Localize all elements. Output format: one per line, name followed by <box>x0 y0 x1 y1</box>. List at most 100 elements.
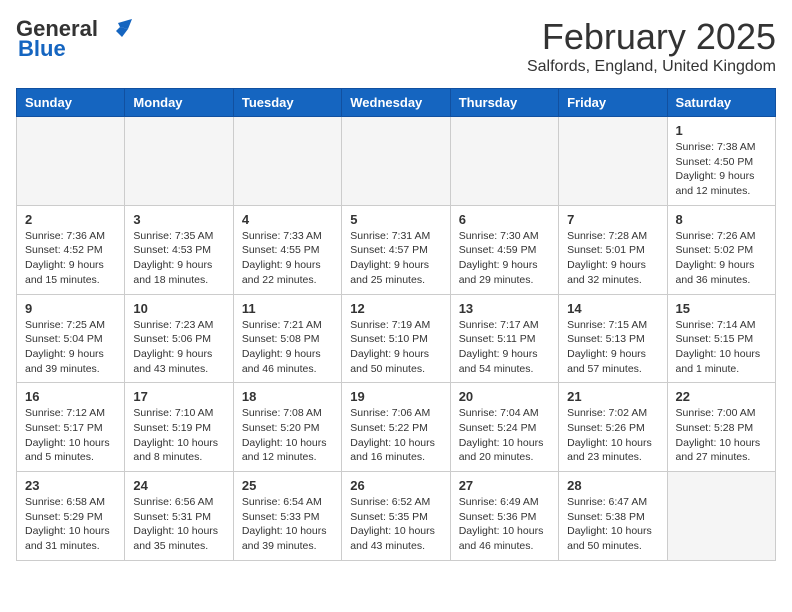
calendar-table: SundayMondayTuesdayWednesdayThursdayFrid… <box>16 88 776 561</box>
logo-blue: Blue <box>18 36 66 62</box>
calendar-day-cell <box>125 117 233 206</box>
day-number: 9 <box>25 301 116 316</box>
calendar-day-cell: 7 Sunrise: 7:28 AM Sunset: 5:01 PM Daylig… <box>559 205 667 294</box>
day-info: Sunrise: 6:56 AM Sunset: 5:31 PM Dayligh… <box>133 495 224 554</box>
day-info: Sunrise: 7:36 AM Sunset: 4:52 PM Dayligh… <box>25 229 116 288</box>
day-info: Sunrise: 7:19 AM Sunset: 5:10 PM Dayligh… <box>350 318 441 377</box>
day-number: 15 <box>676 301 767 316</box>
day-number: 11 <box>242 301 333 316</box>
day-number: 13 <box>459 301 550 316</box>
calendar-week-row: 1 Sunrise: 7:38 AM Sunset: 4:50 PM Daylig… <box>17 117 776 206</box>
calendar-day-cell: 4 Sunrise: 7:33 AM Sunset: 4:55 PM Daylig… <box>233 205 341 294</box>
day-of-week-header: Saturday <box>667 89 775 117</box>
day-number: 19 <box>350 389 441 404</box>
day-number: 14 <box>567 301 658 316</box>
day-info: Sunrise: 7:31 AM Sunset: 4:57 PM Dayligh… <box>350 229 441 288</box>
day-info: Sunrise: 7:06 AM Sunset: 5:22 PM Dayligh… <box>350 406 441 465</box>
day-number: 2 <box>25 212 116 227</box>
day-info: Sunrise: 7:21 AM Sunset: 5:08 PM Dayligh… <box>242 318 333 377</box>
calendar-day-cell: 10 Sunrise: 7:23 AM Sunset: 5:06 PM Dayli… <box>125 294 233 383</box>
day-number: 21 <box>567 389 658 404</box>
calendar-day-cell: 18 Sunrise: 7:08 AM Sunset: 5:20 PM Dayli… <box>233 383 341 472</box>
calendar-day-cell: 28Sunrise: 6:47 AM Sunset: 5:38 PM Dayli… <box>559 472 667 561</box>
day-info: Sunrise: 7:17 AM Sunset: 5:11 PM Dayligh… <box>459 318 550 377</box>
day-number: 16 <box>25 389 116 404</box>
day-of-week-header: Wednesday <box>342 89 450 117</box>
day-of-week-header: Thursday <box>450 89 558 117</box>
calendar-day-cell: 11 Sunrise: 7:21 AM Sunset: 5:08 PM Dayli… <box>233 294 341 383</box>
day-info: Sunrise: 7:04 AM Sunset: 5:24 PM Dayligh… <box>459 406 550 465</box>
calendar-header-row: SundayMondayTuesdayWednesdayThursdayFrid… <box>17 89 776 117</box>
calendar-day-cell: 13 Sunrise: 7:17 AM Sunset: 5:11 PM Dayli… <box>450 294 558 383</box>
calendar-day-cell: 23 Sunrise: 6:58 AM Sunset: 5:29 PM Dayli… <box>17 472 125 561</box>
day-of-week-header: Tuesday <box>233 89 341 117</box>
day-number: 24 <box>133 478 224 493</box>
calendar-day-cell: 25Sunrise: 6:54 AM Sunset: 5:33 PM Dayli… <box>233 472 341 561</box>
day-info: Sunrise: 7:15 AM Sunset: 5:13 PM Dayligh… <box>567 318 658 377</box>
calendar-day-cell: 3 Sunrise: 7:35 AM Sunset: 4:53 PM Daylig… <box>125 205 233 294</box>
day-of-week-header: Monday <box>125 89 233 117</box>
day-info: Sunrise: 7:35 AM Sunset: 4:53 PM Dayligh… <box>133 229 224 288</box>
day-info: Sunrise: 7:00 AM Sunset: 5:28 PM Dayligh… <box>676 406 767 465</box>
calendar-week-row: 2 Sunrise: 7:36 AM Sunset: 4:52 PM Daylig… <box>17 205 776 294</box>
logo: General Blue <box>16 16 132 62</box>
day-info: Sunrise: 7:12 AM Sunset: 5:17 PM Dayligh… <box>25 406 116 465</box>
day-of-week-header: Sunday <box>17 89 125 117</box>
calendar-day-cell: 20 Sunrise: 7:04 AM Sunset: 5:24 PM Dayli… <box>450 383 558 472</box>
calendar-day-cell: 2 Sunrise: 7:36 AM Sunset: 4:52 PM Daylig… <box>17 205 125 294</box>
calendar-day-cell <box>233 117 341 206</box>
day-number: 20 <box>459 389 550 404</box>
day-number: 27 <box>459 478 550 493</box>
day-number: 10 <box>133 301 224 316</box>
day-number: 25 <box>242 478 333 493</box>
day-info: Sunrise: 7:33 AM Sunset: 4:55 PM Dayligh… <box>242 229 333 288</box>
day-info: Sunrise: 7:23 AM Sunset: 5:06 PM Dayligh… <box>133 318 224 377</box>
location: Salfords, England, United Kingdom <box>527 58 776 76</box>
calendar-day-cell: 24 Sunrise: 6:56 AM Sunset: 5:31 PM Dayli… <box>125 472 233 561</box>
day-info: Sunrise: 6:49 AM Sunset: 5:36 PM Dayligh… <box>459 495 550 554</box>
day-info: Sunrise: 7:28 AM Sunset: 5:01 PM Dayligh… <box>567 229 658 288</box>
day-number: 3 <box>133 212 224 227</box>
calendar-week-row: 23 Sunrise: 6:58 AM Sunset: 5:29 PM Dayli… <box>17 472 776 561</box>
calendar-day-cell: 19 Sunrise: 7:06 AM Sunset: 5:22 PM Dayli… <box>342 383 450 472</box>
calendar-day-cell: 1 Sunrise: 7:38 AM Sunset: 4:50 PM Daylig… <box>667 117 775 206</box>
calendar-day-cell: 16 Sunrise: 7:12 AM Sunset: 5:17 PM Dayli… <box>17 383 125 472</box>
day-number: 28 <box>567 478 658 493</box>
day-number: 23 <box>25 478 116 493</box>
day-of-week-header: Friday <box>559 89 667 117</box>
day-info: Sunrise: 7:30 AM Sunset: 4:59 PM Dayligh… <box>459 229 550 288</box>
calendar-day-cell: 14 Sunrise: 7:15 AM Sunset: 5:13 PM Dayli… <box>559 294 667 383</box>
day-info: Sunrise: 7:26 AM Sunset: 5:02 PM Dayligh… <box>676 229 767 288</box>
calendar-day-cell <box>559 117 667 206</box>
day-number: 7 <box>567 212 658 227</box>
calendar-day-cell: 6Sunrise: 7:30 AM Sunset: 4:59 PM Daylig… <box>450 205 558 294</box>
calendar-day-cell: 9 Sunrise: 7:25 AM Sunset: 5:04 PM Daylig… <box>17 294 125 383</box>
day-number: 18 <box>242 389 333 404</box>
calendar-day-cell: 15Sunrise: 7:14 AM Sunset: 5:15 PM Dayli… <box>667 294 775 383</box>
page-header: General Blue February 2025 Salfords, Eng… <box>16 16 776 76</box>
day-info: Sunrise: 6:58 AM Sunset: 5:29 PM Dayligh… <box>25 495 116 554</box>
day-number: 17 <box>133 389 224 404</box>
day-number: 4 <box>242 212 333 227</box>
calendar-day-cell: 26Sunrise: 6:52 AM Sunset: 5:35 PM Dayli… <box>342 472 450 561</box>
calendar-day-cell: 12 Sunrise: 7:19 AM Sunset: 5:10 PM Dayli… <box>342 294 450 383</box>
calendar-day-cell: 17 Sunrise: 7:10 AM Sunset: 5:19 PM Dayli… <box>125 383 233 472</box>
calendar-week-row: 9 Sunrise: 7:25 AM Sunset: 5:04 PM Daylig… <box>17 294 776 383</box>
day-info: Sunrise: 7:08 AM Sunset: 5:20 PM Dayligh… <box>242 406 333 465</box>
calendar-day-cell: 8 Sunrise: 7:26 AM Sunset: 5:02 PM Daylig… <box>667 205 775 294</box>
day-number: 12 <box>350 301 441 316</box>
day-number: 8 <box>676 212 767 227</box>
day-info: Sunrise: 7:38 AM Sunset: 4:50 PM Dayligh… <box>676 140 767 199</box>
calendar-day-cell: 5Sunrise: 7:31 AM Sunset: 4:57 PM Daylig… <box>342 205 450 294</box>
day-info: Sunrise: 7:10 AM Sunset: 5:19 PM Dayligh… <box>133 406 224 465</box>
calendar-day-cell <box>342 117 450 206</box>
logo-bird-icon <box>100 19 132 39</box>
calendar-day-cell: 27 Sunrise: 6:49 AM Sunset: 5:36 PM Dayli… <box>450 472 558 561</box>
calendar-day-cell <box>450 117 558 206</box>
day-info: Sunrise: 7:02 AM Sunset: 5:26 PM Dayligh… <box>567 406 658 465</box>
day-number: 1 <box>676 123 767 138</box>
day-info: Sunrise: 7:25 AM Sunset: 5:04 PM Dayligh… <box>25 318 116 377</box>
calendar-week-row: 16 Sunrise: 7:12 AM Sunset: 5:17 PM Dayli… <box>17 383 776 472</box>
title-block: February 2025 Salfords, England, United … <box>527 16 776 76</box>
day-number: 26 <box>350 478 441 493</box>
